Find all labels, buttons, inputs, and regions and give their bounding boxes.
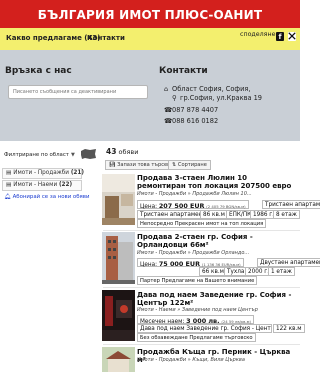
listing-photo[interactable] bbox=[102, 174, 135, 225]
listing-title[interactable]: Дава под наем Заведение гр. София - Цент… bbox=[137, 291, 297, 307]
listing-title[interactable]: Продава 2-стаен гр. София - Орландовци 6… bbox=[137, 233, 297, 249]
listing-description: Партер Предлагаме на Вашето внимание bbox=[137, 276, 258, 285]
sidebar-item-rentals[interactable]: ▤ Имоти - Наеми (22) bbox=[2, 180, 82, 191]
listing-category: Имоти - Продажби » Продажби Орландо... bbox=[137, 250, 250, 256]
listing-price: Цена: 207 500 EUR (2 405 79 BGN/кв.м) bbox=[137, 200, 249, 210]
divider bbox=[103, 230, 300, 231]
address-line-2: ⚲ гр.София, ул.Краква 19 bbox=[172, 94, 262, 102]
listing-tag-area: 122 кв.м bbox=[273, 324, 305, 333]
listing-price: Месечен наем: 3 000 лв. (24 59 лв/кв.м) bbox=[137, 315, 254, 325]
listing-description: Без обзавеждане Предлагаме търговско bbox=[137, 333, 256, 342]
listing-tag-floor: 8 етаж bbox=[273, 210, 300, 219]
sort-button[interactable]: ⇅ Сортиране bbox=[168, 160, 211, 170]
listing-photo[interactable] bbox=[102, 232, 135, 284]
listing-category: Имоти - Продажби » Продажби Люлин 10... bbox=[137, 191, 252, 197]
phone-icon: ☎ bbox=[164, 117, 173, 125]
subscribe-link[interactable]: 🔔︎ Абонирай се за нови обяви bbox=[4, 194, 89, 200]
listing-tag-type: Двустаен апартамент bbox=[257, 258, 320, 267]
contact-us-heading: Връзка с нас bbox=[5, 66, 72, 76]
listing-category: Имоти - Наеми » Заведение под наем Центъ… bbox=[137, 307, 258, 313]
nav-contacts-link[interactable]: Контакти bbox=[87, 34, 125, 42]
facebook-icon[interactable]: f bbox=[276, 32, 284, 41]
pin-icon: ⚲ bbox=[172, 94, 177, 102]
listing-tag-type: Тристаен апартамент bbox=[137, 210, 209, 219]
phone-icon: ☎ bbox=[164, 106, 173, 114]
bulgaria-map-icon[interactable] bbox=[80, 148, 97, 160]
listing-tag-type: Дава под наем Заведение гр. София - Цент… bbox=[137, 324, 272, 333]
phone-1[interactable]: ☎087 878 4407 bbox=[164, 106, 218, 114]
listing-photo[interactable] bbox=[102, 347, 135, 372]
divider bbox=[103, 344, 300, 345]
listing-tag-area: 66 кв.м bbox=[199, 267, 227, 276]
contacts-heading: Контакти bbox=[159, 66, 208, 76]
listing-category: Имоти - Продажби » Къщи, Вили Църква bbox=[137, 357, 245, 363]
phone-2[interactable]: ☎088 616 0182 bbox=[164, 117, 218, 125]
bell-icon: 🔔︎ bbox=[4, 194, 13, 200]
filter-by-region-label[interactable]: Филтриране по област bbox=[4, 152, 69, 158]
address-line-1: ⌂ Област София, София, bbox=[164, 85, 251, 93]
listing-tag-floor: 1 етаж bbox=[268, 267, 295, 276]
divider bbox=[103, 287, 300, 288]
site-title-banner: БЪЛГАРИЯ ИМОТ ПЛЮС-ОАНИТ bbox=[0, 0, 300, 28]
twitter-icon[interactable] bbox=[288, 32, 296, 41]
sidebar-item-sales[interactable]: ▤ Имоти - Продажби (21) bbox=[2, 168, 84, 179]
chevron-down-icon[interactable]: ▼ bbox=[71, 152, 75, 158]
listing-tag-construction: Тухла bbox=[224, 267, 248, 276]
save-icon: 💾︎ bbox=[109, 162, 118, 168]
navbar: Какво предлагаме (43) Контакти споделяне… bbox=[0, 28, 300, 50]
share-label: споделяне в bbox=[240, 31, 282, 38]
listing-photo[interactable] bbox=[102, 290, 135, 341]
listing-title[interactable]: Продава 3-стаен Люлин 10 ремонтиран топ … bbox=[137, 174, 297, 190]
home-icon: ⌂ bbox=[164, 85, 169, 93]
message-input[interactable] bbox=[8, 85, 148, 99]
save-search-button[interactable]: 💾︎ Запази това търсене bbox=[105, 160, 178, 170]
listing-price: Цена: 75 000 EUR (1 136 36 EUR/кв.м) bbox=[137, 258, 244, 268]
listing-description: Непосредно Прекрасен имот на топ локация bbox=[137, 219, 267, 228]
result-count: 43 обяви bbox=[106, 147, 139, 156]
listing-tag-type: Тристаен апартамент bbox=[262, 200, 320, 209]
listing-tag-area: 86 кв.м bbox=[200, 210, 228, 219]
